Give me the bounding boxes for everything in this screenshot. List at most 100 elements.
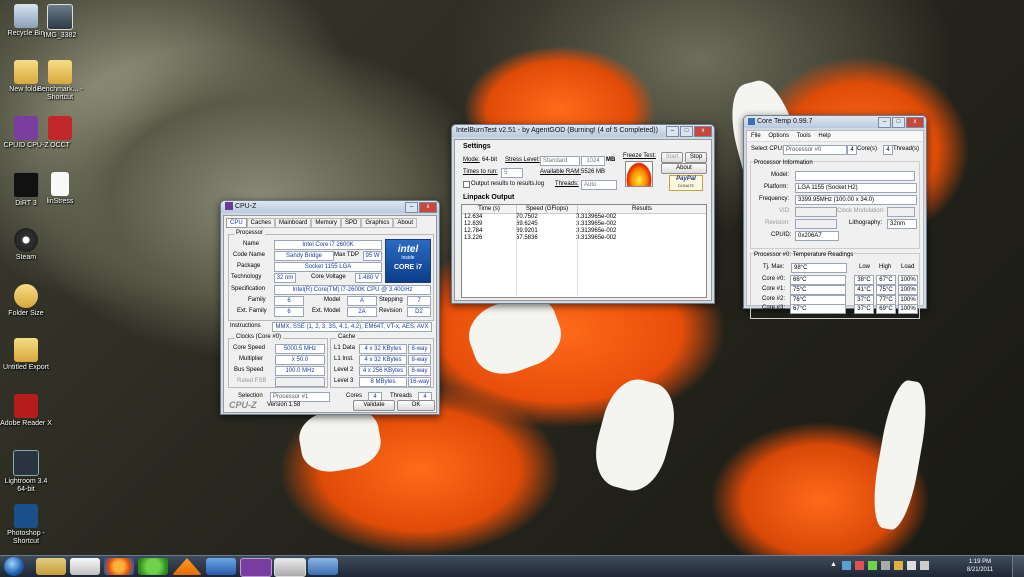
core-voltage-value: 1.480 V <box>355 273 382 283</box>
max-tdp-value: 95 W <box>363 251 382 261</box>
start-orb-icon[interactable] <box>4 557 24 576</box>
cpu-select-dropdown[interactable]: Processor #0 <box>783 145 847 155</box>
family-value: 6 <box>274 296 304 306</box>
tab-about[interactable]: About <box>393 218 418 228</box>
coretemp-titlebar[interactable]: Core Temp 0.99.7 – □ x <box>744 116 926 128</box>
desktop-icon-folder-size[interactable]: Folder Size <box>0 284 52 318</box>
column-divider <box>577 214 578 296</box>
tab-graphics[interactable]: Graphics <box>361 218 394 228</box>
stop-button[interactable]: Stop <box>685 152 707 163</box>
linpack-heading: Linpack Output <box>463 194 515 201</box>
times-to-run-input[interactable]: 5 <box>501 168 523 178</box>
photoshop-icon <box>14 504 38 528</box>
cpuz-taskbar-icon[interactable] <box>240 558 272 577</box>
tray-app-icon[interactable] <box>842 561 851 570</box>
menu-tools[interactable]: Tools <box>797 133 811 139</box>
intelburntest-window[interactable]: IntelBurnTest v2.51 - by AgentGOD (Burni… <box>451 124 715 304</box>
network-tray-icon[interactable] <box>907 561 916 570</box>
speed-cell: 70.7502 <box>516 214 538 220</box>
menu-options[interactable]: Options <box>768 133 789 139</box>
desktop-icon-steam[interactable]: Steam <box>0 228 52 262</box>
tray-app-icon[interactable] <box>868 561 877 570</box>
show-desktop-button[interactable] <box>1012 556 1024 577</box>
media-player-icon[interactable] <box>70 558 100 575</box>
tray-app-icon[interactable] <box>855 561 864 570</box>
stress-level-dropdown[interactable]: Standard <box>540 156 580 166</box>
tab-memory[interactable]: Memory <box>311 218 342 228</box>
cpuz-titlebar[interactable]: CPU-Z – x <box>221 201 439 213</box>
tab-spd[interactable]: SPD <box>341 218 362 228</box>
minimize-button[interactable]: – <box>878 117 891 128</box>
menu-file[interactable]: File <box>751 133 761 139</box>
version-label: Version 1.58 <box>267 402 301 408</box>
validate-button[interactable]: Validate <box>353 400 395 411</box>
field-label: Available RAM: <box>540 169 581 175</box>
vlc-icon[interactable] <box>172 558 202 575</box>
tray-app-icon[interactable] <box>881 561 890 570</box>
desktop-icon-occt[interactable]: OCCT <box>34 116 86 150</box>
tab-cpu[interactable]: CPU <box>226 218 247 228</box>
start-button[interactable]: Start <box>661 152 683 163</box>
about-button[interactable]: About <box>661 163 707 174</box>
field-label: Select CPU: <box>751 146 784 152</box>
core-temp-value: 67°C <box>790 304 846 314</box>
desktop-icon-label: Adobe Reader X <box>0 420 52 427</box>
tray-app-icon[interactable] <box>894 561 903 570</box>
field-label: Name <box>243 241 260 247</box>
cpuz-window[interactable]: CPU-Z – x CPU Caches Mainboard Memory SP… <box>220 200 440 415</box>
close-button[interactable]: x <box>694 126 712 137</box>
clock[interactable]: 1:19 PM 8/21/2011 <box>958 558 1002 574</box>
tab-mainboard[interactable]: Mainboard <box>275 218 312 228</box>
desktop-icon-lightroom[interactable]: Lightroom 3.4 64-bit <box>0 450 52 494</box>
speed-cell: 69.6245 <box>516 221 538 227</box>
paypal-logo-text: PayPal <box>676 176 696 182</box>
minimize-button[interactable]: – <box>405 202 418 213</box>
coretemp-window[interactable]: Core Temp 0.99.7 – □ x File Options Tool… <box>743 115 927 319</box>
menu-bar: File Options Tools Help <box>747 131 923 142</box>
stress-memory-value: 1024 <box>581 156 605 166</box>
settings-heading: Settings <box>463 143 491 150</box>
close-button[interactable]: x <box>419 202 437 213</box>
intelburntest-taskbar-icon[interactable] <box>274 558 306 577</box>
core-load-value: 100% <box>898 304 918 314</box>
paypal-donate-button[interactable]: PayPal DONATE <box>669 175 703 191</box>
desktop-icon-label: Lightroom 3.4 64-bit <box>4 478 48 493</box>
l1-inst-value: 4 x 32 KBytes <box>359 355 407 365</box>
table-header: Time (s) Speed (GFlops) Results <box>462 205 706 214</box>
close-button[interactable]: x <box>906 117 924 128</box>
coretemp-taskbar-icon[interactable] <box>308 558 338 575</box>
maximize-button[interactable]: □ <box>680 126 693 137</box>
tab-caches[interactable]: Caches <box>246 218 276 228</box>
linpack-output-table[interactable]: Time (s) Speed (GFlops) Results 12.634 7… <box>461 204 707 298</box>
ok-button[interactable]: OK <box>397 400 435 411</box>
output-results-checkbox[interactable] <box>463 181 470 188</box>
field-label: Selection <box>238 393 263 399</box>
desktop-icon-linstress[interactable]: linStress <box>34 172 86 206</box>
firefox-icon[interactable] <box>104 558 134 575</box>
desktop-icon-img[interactable]: IMG_3382 <box>34 4 86 40</box>
file-explorer-icon[interactable] <box>36 558 66 575</box>
field-label: Stepping <box>379 297 403 303</box>
tray-arrow-icon[interactable]: ▲ <box>830 561 838 571</box>
core-speed-value: 5000.5 MHz <box>275 344 325 354</box>
processor-name-value: Intel Core i7 2600K <box>274 240 382 250</box>
desktop-icon-benchmark[interactable]: Benchmark... - Shortcut <box>34 60 86 102</box>
desktop-icon-adobe-reader[interactable]: Adobe Reader X <box>0 394 52 428</box>
cpuz-tabs: CPU Caches Mainboard Memory SPD Graphics… <box>226 218 418 228</box>
maximize-button[interactable]: □ <box>892 117 905 128</box>
desktop-icon-photoshop[interactable]: Photoshop - Shortcut <box>0 504 52 546</box>
minimize-button[interactable]: – <box>666 126 679 137</box>
processor-selection-dropdown[interactable]: Processor #1 <box>270 392 330 402</box>
column-header: High <box>879 264 892 270</box>
volume-icon[interactable] <box>920 561 929 570</box>
network-icon[interactable] <box>206 558 236 575</box>
desktop-icon-untitled-export[interactable]: Untitled Export <box>0 338 52 372</box>
threads-dropdown[interactable]: Auto <box>581 180 617 190</box>
utorrent-icon[interactable] <box>138 558 168 575</box>
clock-modulation-value <box>887 207 915 217</box>
logo-brand-text: intel <box>397 244 419 255</box>
intelburntest-titlebar[interactable]: IntelBurnTest v2.51 - by AgentGOD (Burni… <box>452 125 714 137</box>
level3-ways-value: 16-way <box>408 377 431 387</box>
menu-help[interactable]: Help <box>818 133 830 139</box>
field-label: Revision: <box>765 220 790 226</box>
